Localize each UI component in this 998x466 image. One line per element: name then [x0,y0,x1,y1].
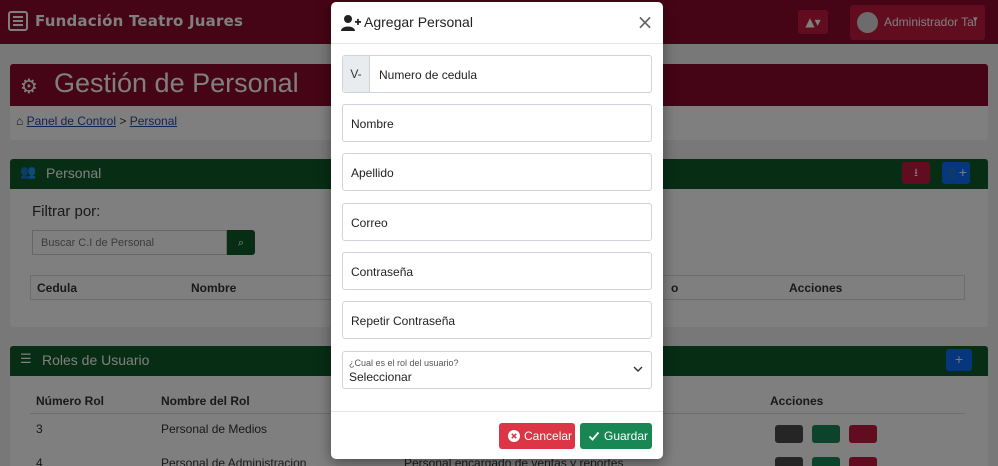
modal-header: Agregar Personal × [331,2,663,44]
nombre-placeholder: Nombre [351,117,394,131]
nombre-field[interactable]: Nombre [342,104,652,142]
apellido-placeholder: Apellido [351,166,394,180]
password-field[interactable]: Contraseña [342,252,652,290]
cedula-input-group[interactable]: V- Numero de cedula [342,55,652,93]
correo-placeholder: Correo [351,216,388,230]
cedula-prefix: V- [343,56,370,92]
role-select-value: Seleccionar [349,370,412,384]
user-plus-icon [341,15,361,31]
chevron-down-icon [633,366,643,372]
save-button[interactable]: Guardar [580,423,652,449]
cancel-label: Cancelar [524,429,573,443]
apellido-field[interactable]: Apellido [342,153,652,191]
repeat-password-placeholder: Repetir Contraseña [351,314,456,328]
modal-title: Agregar Personal [364,14,473,30]
close-icon[interactable]: × [636,12,654,32]
add-personal-modal: Agregar Personal × V- Numero de cedula N… [331,2,663,459]
cancel-button[interactable]: Cancelar [499,423,575,449]
check-icon [588,431,600,441]
role-select[interactable]: ¿Cual es el rol del usuario? Seleccionar [342,351,652,389]
modal-footer: Cancelar Guardar [331,411,663,459]
x-circle-icon [508,430,520,442]
correo-field[interactable]: Correo [342,203,652,241]
password-placeholder: Contraseña [351,265,414,279]
role-select-label: ¿Cual es el rol del usuario? [349,358,459,368]
save-label: Guardar [604,429,649,443]
repeat-password-field[interactable]: Repetir Contraseña [342,301,652,339]
cedula-field[interactable]: Numero de cedula [379,68,477,82]
